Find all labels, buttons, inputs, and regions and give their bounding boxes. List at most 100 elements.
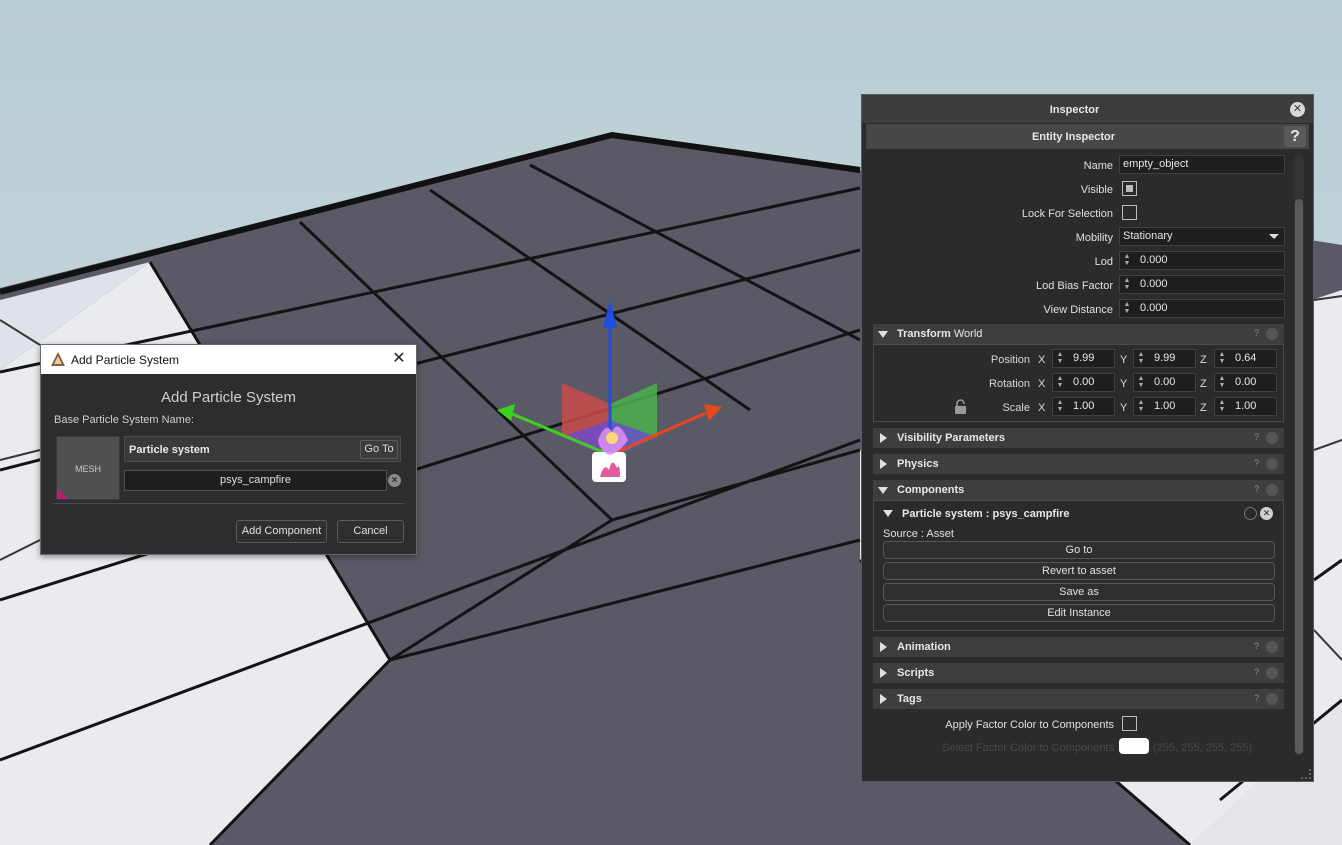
spinner-icon[interactable]: ▲ ▼ <box>1218 351 1226 366</box>
select-factor-color-label: Select Factor Color to Components <box>942 742 1114 754</box>
position-y-field[interactable]: ▲ ▼ 9.99 <box>1133 349 1196 368</box>
tags-section-header[interactable]: Tags ? <box>873 689 1284 709</box>
add-particle-system-dialog: Add Particle System ✕ Add Particle Syste… <box>40 344 417 555</box>
thumbnail-corner-marker <box>57 488 68 499</box>
remove-icon[interactable]: ✕ <box>1260 507 1273 520</box>
lod-bias-label: Lod Bias Factor <box>1035 280 1113 292</box>
spinner-icon[interactable]: ▲ ▼ <box>1137 351 1145 366</box>
position-x-field[interactable]: ▲ ▼ 9.99 <box>1052 349 1115 368</box>
components-section-header[interactable]: Components ? <box>873 480 1284 500</box>
cancel-button[interactable]: Cancel <box>337 520 404 543</box>
toggle-dot-icon[interactable] <box>1244 507 1257 520</box>
scripts-section-header[interactable]: Scripts ? <box>873 663 1284 683</box>
toggle-dot-icon[interactable] <box>1266 432 1278 444</box>
physics-section-header[interactable]: Physics ? <box>873 454 1284 474</box>
mobility-select[interactable]: Stationary <box>1119 227 1285 246</box>
toggle-dot-icon[interactable] <box>1266 641 1278 653</box>
spinner-icon[interactable]: ▲ ▼ <box>1056 351 1064 366</box>
add-component-button[interactable]: Add Component <box>236 520 327 543</box>
spinner-icon[interactable]: ▲ ▼ <box>1123 301 1131 316</box>
toggle-dot-icon[interactable] <box>1266 484 1278 496</box>
toggle-dot-icon[interactable] <box>1266 667 1278 679</box>
asset-name-field[interactable]: psys_campfire <box>124 470 387 491</box>
mesh-thumbnail: MESH <box>56 436 120 500</box>
transform-section-header[interactable]: Transform World ? <box>873 324 1284 344</box>
view-distance-field[interactable]: ▲ ▼ 0.000 <box>1119 299 1285 318</box>
expand-icon <box>880 668 887 678</box>
goto-button[interactable]: Go to <box>883 541 1275 559</box>
help-icon[interactable]: ? <box>1254 693 1259 703</box>
position-z-field[interactable]: ▲ ▼ 0.64 <box>1214 349 1277 368</box>
revert-to-asset-button[interactable]: Revert to asset <box>883 562 1275 580</box>
view-distance-value: 0.000 <box>1140 302 1168 314</box>
spinner-icon[interactable]: ▲ ▼ <box>1218 399 1226 414</box>
spinner-icon[interactable]: ▲ ▼ <box>1123 253 1131 268</box>
section-title: Components <box>897 484 965 496</box>
spinner-icon[interactable]: ▲ ▼ <box>1056 399 1064 414</box>
particle-component-header[interactable]: Particle system : psys_campfire ✕ <box>883 506 1283 524</box>
section-title: Physics <box>897 458 939 470</box>
lod-label: Lod <box>1094 256 1113 268</box>
apply-factor-color-checkbox[interactable] <box>1122 716 1137 731</box>
particle-component-title: Particle system : psys_campfire <box>902 508 1070 520</box>
spinner-icon[interactable]: ▲ ▼ <box>1123 277 1131 292</box>
lod-bias-value: 0.000 <box>1140 278 1168 290</box>
visible-checkbox[interactable] <box>1122 181 1137 196</box>
visibility-section-header[interactable]: Visibility Parameters ? <box>873 428 1284 448</box>
inspector-title: Inspector <box>1049 104 1100 116</box>
close-icon[interactable]: ✕ <box>390 349 408 369</box>
dialog-heading: Add Particle System <box>160 389 297 406</box>
help-icon[interactable]: ? <box>1254 484 1259 494</box>
rotation-x-field[interactable]: ▲ ▼ 0.00 <box>1052 373 1115 392</box>
rotation-z-field[interactable]: ▲ ▼ 0.00 <box>1214 373 1277 392</box>
toggle-dot-icon[interactable] <box>1266 693 1278 705</box>
factor-color-swatch[interactable] <box>1119 738 1149 754</box>
expand-icon <box>880 694 887 704</box>
help-icon[interactable]: ? <box>1254 432 1259 442</box>
axis-y-label: Y <box>1120 378 1128 390</box>
lock-selection-checkbox[interactable] <box>1122 205 1137 220</box>
help-button[interactable]: ? <box>1284 126 1306 147</box>
resize-grip-icon[interactable] <box>1301 769 1311 779</box>
particle-name-value: Particle system <box>129 444 210 456</box>
help-icon[interactable]: ? <box>1254 458 1259 468</box>
scale-y-field[interactable]: ▲ ▼ 1.00 <box>1133 397 1196 416</box>
inspector-scrollbar[interactable] <box>1294 155 1304 756</box>
lod-bias-field[interactable]: ▲ ▼ 0.000 <box>1119 275 1285 294</box>
dialog-titlebar[interactable]: Add Particle System ✕ <box>41 345 416 374</box>
spinner-icon[interactable]: ▲ ▼ <box>1137 399 1145 414</box>
clear-icon[interactable]: × <box>388 474 401 487</box>
scrollbar-thumb[interactable] <box>1295 199 1303 754</box>
expand-icon <box>880 459 887 469</box>
axis-y-label: Y <box>1120 402 1128 414</box>
factor-color-value: (255, 255, 255, 255) <box>1153 742 1253 754</box>
expand-icon <box>883 510 893 517</box>
toggle-dot-icon[interactable] <box>1266 328 1278 340</box>
save-as-button[interactable]: Save as <box>883 583 1275 601</box>
spinner-icon[interactable]: ▲ ▼ <box>1137 375 1145 390</box>
animation-section-header[interactable]: Animation ? <box>873 637 1284 657</box>
toggle-dot-icon[interactable] <box>1266 458 1278 470</box>
edit-instance-button[interactable]: Edit Instance <box>883 604 1275 622</box>
help-icon[interactable]: ? <box>1254 641 1259 651</box>
scale-z-field[interactable]: ▲ ▼ 1.00 <box>1214 397 1277 416</box>
name-field[interactable]: empty_object <box>1119 155 1285 174</box>
expand-icon <box>880 433 887 443</box>
spinner-icon[interactable]: ▲ ▼ <box>1218 375 1226 390</box>
lock-icon[interactable] <box>954 399 967 415</box>
spinner-icon[interactable]: ▲ ▼ <box>1056 375 1064 390</box>
help-icon[interactable]: ? <box>1254 328 1259 338</box>
close-icon[interactable]: ✕ <box>1290 102 1305 117</box>
name-label: Name <box>1083 160 1113 172</box>
lod-field[interactable]: ▲ ▼ 0.000 <box>1119 251 1285 270</box>
goto-button[interactable]: Go To <box>360 440 398 459</box>
inspector-titlebar[interactable]: Inspector ✕ <box>862 95 1313 123</box>
help-icon[interactable]: ? <box>1254 667 1259 677</box>
view-distance-label: View Distance <box>1043 304 1114 316</box>
visible-label: Visible <box>1080 184 1113 196</box>
axis-y-label: Y <box>1120 354 1128 366</box>
scale-label: Scale <box>1002 402 1030 414</box>
rotation-y-field[interactable]: ▲ ▼ 0.00 <box>1133 373 1196 392</box>
lod-value: 0.000 <box>1140 254 1168 266</box>
scale-x-field[interactable]: ▲ ▼ 1.00 <box>1052 397 1115 416</box>
